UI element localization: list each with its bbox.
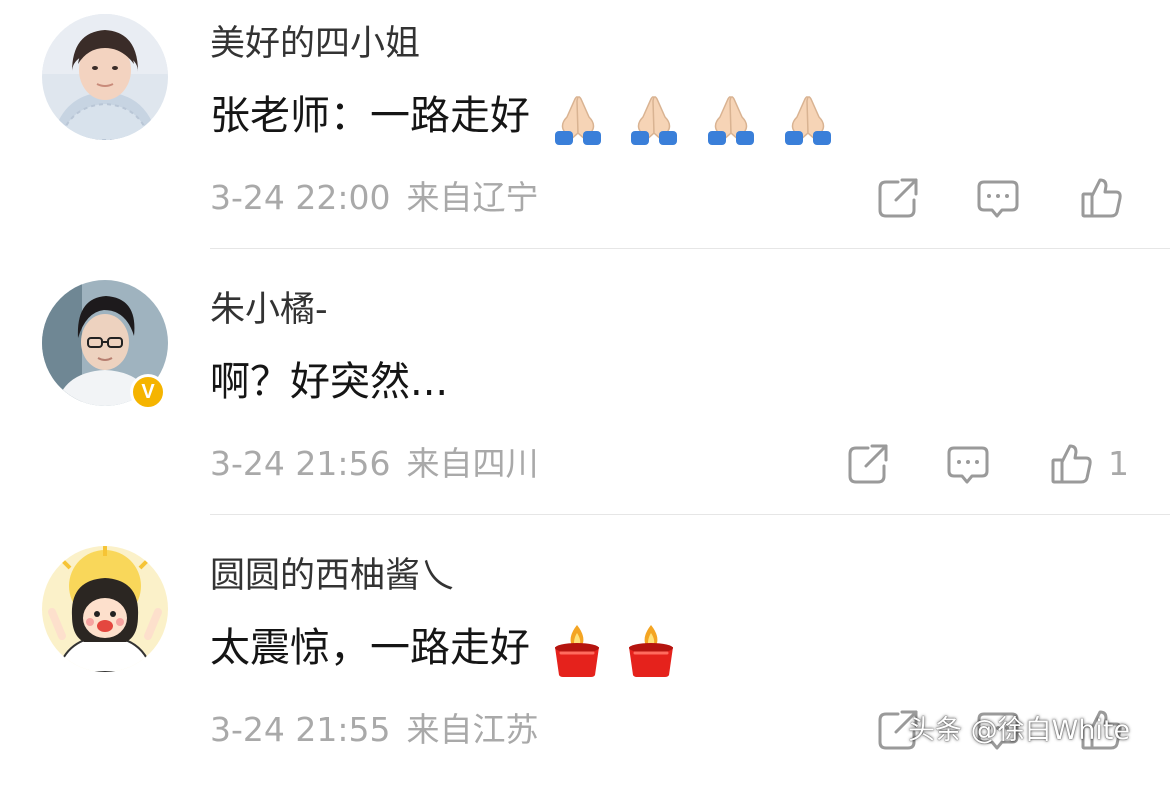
avatar[interactable] [42,14,168,140]
reply-icon [947,446,989,484]
folded-hands-icon [708,96,755,145]
comment-text: 啊？好突然... [210,352,448,412]
candle-icon [554,625,599,677]
comment-location: 来自四川 [406,444,539,483]
like-button[interactable] [1080,176,1124,220]
like-icon [1051,444,1092,484]
comment-meta: 3-24 21:55 来自江苏 [210,704,539,756]
folded-hands-emojis [530,93,837,145]
comment-text: 张老师：一路走好 [210,86,837,147]
comment-date: 3-24 21:55 [210,710,391,749]
comment-item: 美好的四小姐 张老师：一路走好 3-24 22:00 来自辽宁 [0,0,1170,266]
comment-date: 3-24 22:00 [210,178,391,217]
username[interactable]: 朱小橘- [210,282,328,338]
like-button[interactable] [1050,442,1094,486]
comment-item: V 朱小橘- 啊？好突然... 3-24 21:56 来自四川 1 [0,266,1170,532]
comment-item: 圆圆的西柚酱乀 太震惊，一路走好 3-24 21:55 来自江苏 [0,532,1170,798]
watermark: 头条 @徐白White [908,715,1131,746]
share-icon [878,178,918,218]
avatar[interactable] [42,546,168,672]
divider [210,514,1170,515]
username[interactable]: 美好的四小姐 [210,16,420,72]
candle-icon [629,625,674,677]
comment-location: 来自江苏 [406,710,539,749]
like-icon [1081,178,1122,218]
folded-hands-icon [631,96,678,145]
comment-text-content: 太震惊，一路走好 [210,625,530,671]
divider [210,248,1170,249]
comment-text-content: 啊？好突然... [210,359,449,405]
comment-location: 来自辽宁 [406,178,539,217]
comment-date: 3-24 21:56 [210,444,391,483]
share-icon [848,444,888,484]
share-button[interactable] [876,176,920,220]
folded-hands-icon [784,96,831,145]
comment-meta: 3-24 22:00 来自辽宁 [210,172,539,224]
comment-text: 太震惊，一路走好 [210,618,679,679]
candle-emojis [530,625,679,677]
folded-hands-icon [554,96,601,145]
comment-meta: 3-24 21:56 来自四川 [210,438,539,490]
reply-button[interactable] [976,176,1020,220]
verified-badge: V [130,374,166,410]
reply-button[interactable] [946,442,990,486]
comment-text-content: 张老师：一路走好 [210,93,530,139]
reply-icon [977,180,1019,218]
share-button[interactable] [846,442,890,486]
username[interactable]: 圆圆的西柚酱乀 [210,548,455,604]
like-count: 1 [1108,444,1129,483]
